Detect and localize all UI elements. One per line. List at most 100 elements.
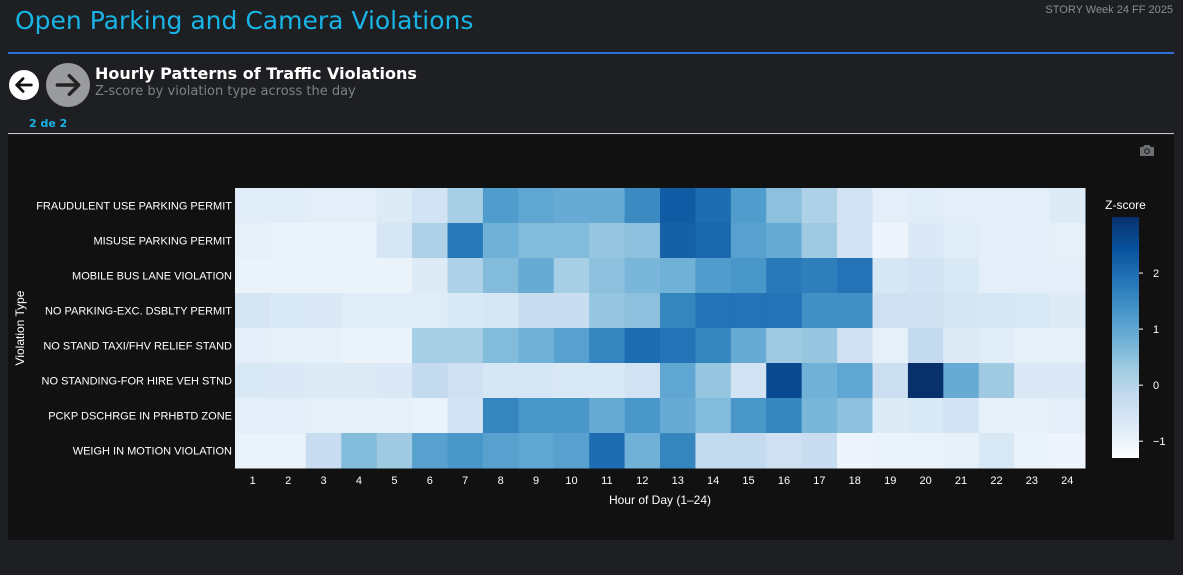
- heatmap-cell: [730, 363, 767, 399]
- heatmap-cell: [376, 363, 413, 399]
- heatmap-cell: [624, 433, 661, 469]
- heatmap-cell: [943, 293, 980, 329]
- heatmap-cell: [235, 293, 271, 329]
- x-tick-label: 8: [498, 475, 504, 487]
- heatmap-cell: [837, 398, 873, 434]
- x-tick-label: 6: [427, 475, 433, 487]
- x-tick-label: 7: [462, 475, 468, 487]
- x-tick-label: 22: [990, 475, 1002, 487]
- heatmap-cell: [943, 433, 980, 469]
- x-tick-label: 21: [955, 475, 967, 487]
- heatmap-cell: [872, 363, 909, 399]
- colorbar-tick-label: 0: [1153, 380, 1159, 392]
- heatmap-cell: [341, 223, 378, 259]
- heatmap-cell: [801, 328, 838, 364]
- next-slide-button[interactable]: [46, 63, 90, 107]
- header-divider: [8, 52, 1174, 54]
- heatmap-cell: [943, 328, 980, 364]
- heatmap-cell: [553, 223, 590, 259]
- heatmap-cell: [801, 398, 838, 434]
- heatmap-cell: [376, 328, 413, 364]
- heatmap-cell: [270, 293, 307, 329]
- heatmap-cell: [553, 363, 590, 399]
- camera-icon[interactable]: [1139, 143, 1155, 157]
- y-tick-label: NO PARKING-EXC. DSBLTY PERMIT: [45, 306, 232, 318]
- heatmap-cell: [235, 398, 271, 434]
- heatmap-cell: [624, 363, 661, 399]
- heatmap-cell: [1014, 433, 1051, 469]
- heatmap-cell: [305, 188, 342, 224]
- heatmap-cell: [801, 223, 838, 259]
- heatmap-cell: [518, 433, 555, 469]
- heatmap-cell: [907, 328, 944, 364]
- heatmap-cell: [518, 258, 555, 294]
- x-tick-label: 10: [565, 475, 577, 487]
- heatmap-cell: [624, 328, 661, 364]
- heatmap-cell: [376, 223, 413, 259]
- heatmap-cell: [624, 293, 661, 329]
- heatmap-cell: [660, 188, 696, 224]
- x-tick-label: 24: [1061, 475, 1073, 487]
- heatmap-cell: [837, 328, 873, 364]
- heatmap-cell: [270, 258, 307, 294]
- heatmap-cell: [1014, 223, 1051, 259]
- heatmap-cell: [305, 223, 342, 259]
- chart-panel: FRAUDULENT USE PARKING PERMIT MISUSE PARK…: [8, 135, 1174, 540]
- heatmap-cell: [518, 293, 555, 329]
- heatmap-cell: [1014, 398, 1051, 434]
- heatmap-cell: [730, 398, 767, 434]
- heatmap-cell: [837, 223, 873, 259]
- page-indicator[interactable]: 2 de 2: [29, 117, 67, 130]
- heatmap-cell: [589, 258, 626, 294]
- heatmap-cell: [1049, 328, 1086, 364]
- heatmap-cell: [695, 398, 732, 434]
- heatmap-cell: [907, 398, 944, 434]
- heatmap-cell: [766, 293, 803, 329]
- section-divider: [8, 133, 1174, 134]
- heatmap-cell: [907, 188, 944, 224]
- heatmap-cell: [447, 433, 484, 469]
- heatmap-cell: [341, 433, 378, 469]
- previous-slide-button[interactable]: [9, 70, 39, 100]
- heatmap-cell: [412, 328, 448, 364]
- heatmap-cell: [412, 363, 448, 399]
- heatmap-cell: [518, 363, 555, 399]
- heatmap-cell: [1014, 363, 1051, 399]
- heatmap-cell: [943, 363, 980, 399]
- heatmap-cell: [553, 433, 590, 469]
- heatmap-cell: [730, 223, 767, 259]
- heatmap-cell: [943, 258, 980, 294]
- heatmap-cell: [447, 328, 484, 364]
- heatmap-cell: [235, 258, 271, 294]
- heatmap-cell: [837, 258, 873, 294]
- heatmap-cell: [553, 398, 590, 434]
- heatmap-cell: [695, 293, 732, 329]
- heatmap-cell: [837, 433, 873, 469]
- heatmap-cell: [801, 188, 838, 224]
- heatmap-cell: [270, 398, 307, 434]
- colorbar: [1112, 217, 1139, 458]
- heatmap-cell: [518, 328, 555, 364]
- heatmap-cell: [341, 293, 378, 329]
- heatmap-cell: [270, 363, 307, 399]
- heatmap-cell: [837, 293, 873, 329]
- heatmap-cell: [482, 328, 519, 364]
- app-title: Open Parking and Camera Violations: [15, 6, 474, 35]
- heatmap-cell: [235, 433, 271, 469]
- heatmap-cell: [766, 433, 803, 469]
- heatmap-cell: [695, 223, 732, 259]
- heatmap-cell: [801, 363, 838, 399]
- heatmap-cell: [1049, 293, 1086, 329]
- heatmap-cell: [660, 398, 696, 434]
- heatmap-cell: [695, 258, 732, 294]
- heatmap-cell: [730, 328, 767, 364]
- y-tick-label: NO STAND TAXI/FHV RELIEF STAND: [43, 341, 232, 353]
- heatmap-cell: [589, 328, 626, 364]
- heatmap-cell: [305, 363, 342, 399]
- heatmap-cell: [801, 293, 838, 329]
- heatmap-cell: [624, 398, 661, 434]
- heatmap-cell: [1049, 398, 1086, 434]
- heatmap-cell: [943, 188, 980, 224]
- heatmap-cell: [1014, 258, 1051, 294]
- heatmap-cell: [553, 328, 590, 364]
